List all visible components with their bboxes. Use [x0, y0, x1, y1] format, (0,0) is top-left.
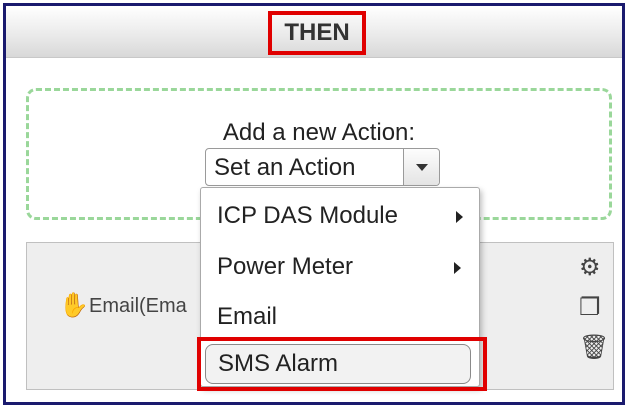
gear-icon[interactable]: ⚙	[579, 253, 601, 282]
highlight-box: SMS Alarm	[197, 337, 487, 391]
then-title: THEN	[268, 11, 366, 55]
menu-item-label: Power Meter	[217, 253, 354, 280]
menu-item-label: Email	[217, 303, 278, 330]
chevron-down-icon[interactable]	[403, 149, 439, 185]
action-select-value: Set an Action	[214, 154, 356, 181]
menu-item-icp-das-module[interactable]: ICP DAS Module	[217, 196, 467, 236]
panel-header: THEN	[6, 6, 622, 58]
trash-icon[interactable]: 🗑	[579, 333, 609, 362]
menu-item-sms-alarm[interactable]: SMS Alarm	[205, 344, 471, 384]
menu-item-label: ICP DAS Module	[217, 202, 398, 229]
chevron-right-icon	[454, 262, 461, 274]
menu-item-power-meter[interactable]: Power Meter	[217, 247, 467, 287]
add-action-label: Add a new Action:	[222, 119, 416, 146]
action-select[interactable]: Set an Action	[205, 148, 440, 186]
action-row-tools: ⚙ ❐ 🗑	[573, 253, 613, 373]
action-dropdown-menu: ICP DAS Module Power Meter Email SMS Ala…	[197, 187, 487, 391]
action-row-text: Email(Ema	[89, 295, 187, 317]
hand-icon[interactable]: ✋	[59, 291, 89, 320]
chevron-right-icon	[456, 211, 463, 223]
menu-item-email[interactable]: Email	[217, 297, 467, 337]
copy-icon[interactable]: ❐	[579, 293, 601, 322]
